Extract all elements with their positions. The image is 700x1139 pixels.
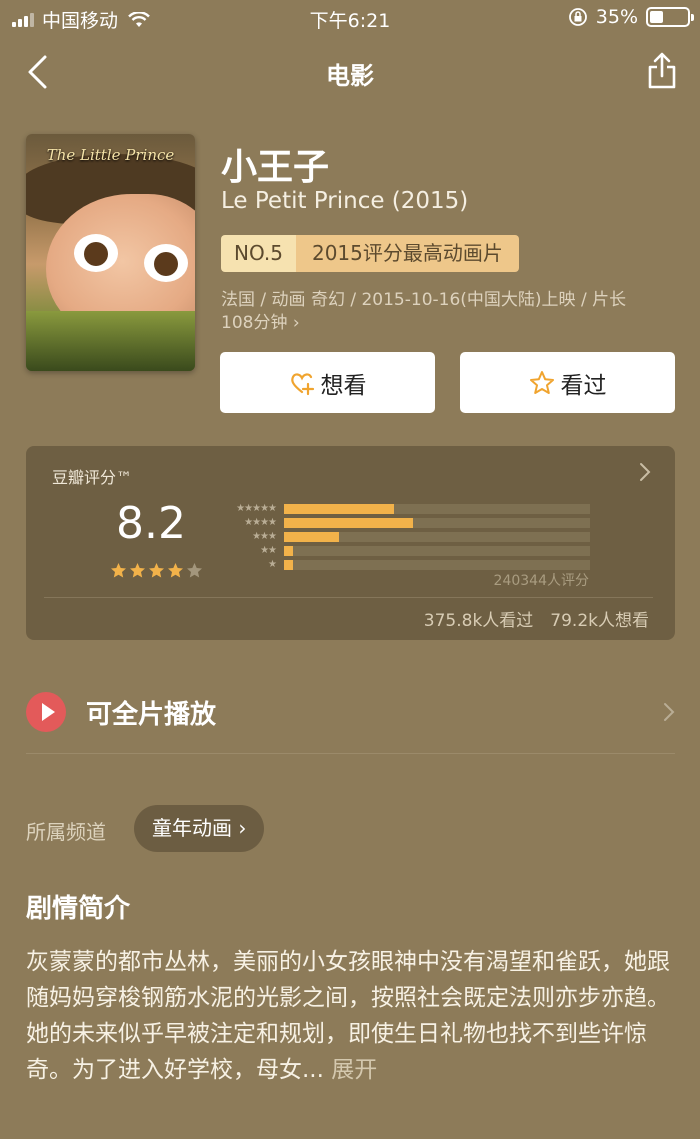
chevron-right-icon	[664, 703, 675, 721]
distribution-row: ★★★★	[216, 516, 590, 530]
distribution-bar	[284, 518, 413, 528]
distribution-track	[284, 518, 590, 528]
channel-label: 所属频道	[26, 820, 106, 844]
rank-number: NO.5	[221, 235, 296, 272]
battery-percent: 35%	[595, 6, 638, 28]
channel-chip[interactable]: 童年动画 ›	[134, 805, 265, 852]
movie-title: 小王子	[221, 147, 330, 188]
status-right: 35%	[568, 6, 694, 28]
distribution-stars: ★	[268, 559, 277, 570]
want-label: 想看	[320, 372, 367, 399]
distribution-row: ★★★★★	[216, 502, 590, 516]
distribution-bar	[284, 546, 294, 556]
page-title: 电影	[326, 62, 374, 90]
rank-description: 2015评分最高动画片	[295, 235, 519, 272]
star-outline-icon	[529, 370, 554, 394]
distribution-bar	[284, 560, 294, 570]
distribution-track	[284, 560, 590, 570]
battery-icon	[646, 7, 694, 27]
distribution-row: ★★	[216, 544, 590, 558]
rating-card[interactable]: 豆瓣评分™ 8.2 ★★★★★ ★★★★ ★★★ ★★ ★ 240344人评分 375.…	[26, 446, 675, 640]
heart-plus-icon	[290, 372, 314, 395]
watch-stats: 375.8k人看过 79.2k人想看	[423, 611, 649, 631]
movie-poster[interactable]: The Little Prince	[26, 134, 195, 371]
poster-eye	[74, 234, 118, 272]
divider	[26, 753, 675, 754]
movie-meta[interactable]: 法国 / 动画 奇幻 / 2015-10-16(中国大陆)上映 / 片长 108…	[221, 289, 671, 335]
poster-grass	[26, 311, 195, 371]
rating-label: 豆瓣评分™	[52, 468, 133, 487]
nav-bar: 电影	[0, 44, 700, 100]
play-icon	[26, 692, 66, 732]
distribution-track	[284, 546, 590, 556]
meta-line: 108分钟 ›	[221, 313, 300, 333]
seen-label: 看过	[560, 372, 607, 399]
play-full-row[interactable]: 可全片播放	[26, 686, 675, 752]
star-empty-icon	[187, 563, 202, 578]
meta-line: 法国 / 动画 奇幻 / 2015-10-16(中国大陆)上映 / 片长	[221, 290, 627, 310]
orientation-lock-icon	[568, 8, 587, 26]
star-filled-icon	[130, 563, 145, 578]
poster-title: The Little Prince	[46, 146, 175, 164]
battery-fill	[650, 11, 663, 23]
distribution-stars: ★★★★	[244, 517, 277, 528]
rating-stars	[110, 562, 203, 579]
distribution-track	[284, 504, 590, 514]
distribution-bar	[284, 532, 340, 542]
distribution-stars: ★★★★★	[236, 503, 277, 514]
rating-count: 240344人评分	[493, 573, 589, 589]
distribution-stars: ★★★	[252, 531, 277, 542]
star-filled-icon	[149, 563, 164, 578]
synopsis-text: 灰蒙蒙的都市丛林，美丽的小女孩眼神中没有渴望和雀跃，她跟随妈妈穿梭钢筋水泥的光影…	[26, 944, 678, 1088]
movie-original-title: Le Petit Prince (2015)	[221, 188, 469, 214]
chevron-right-icon	[640, 463, 651, 481]
star-filled-icon	[168, 563, 183, 578]
distribution-stars: ★★	[260, 545, 277, 556]
status-bar: 中国移动 下午6:21 35%	[0, 0, 700, 36]
rank-badge[interactable]: NO.5 2015评分最高动画片	[221, 235, 519, 272]
play-label: 可全片播放	[86, 700, 217, 730]
rating-score: 8.2	[116, 498, 186, 549]
expand-link[interactable]: 展开	[324, 1057, 377, 1083]
distribution-bar	[284, 504, 395, 514]
rating-distribution: ★★★★★ ★★★★ ★★★ ★★ ★	[216, 502, 590, 572]
star-filled-icon	[111, 563, 126, 578]
want-to-watch-button[interactable]: 想看	[220, 352, 435, 413]
poster-eye	[144, 244, 188, 282]
watched-button[interactable]: 看过	[460, 352, 675, 413]
distribution-row: ★★★	[216, 530, 590, 544]
distribution-track	[284, 532, 590, 542]
divider	[44, 597, 653, 598]
synopsis-title: 剧情简介	[26, 894, 131, 924]
share-icon[interactable]	[646, 52, 678, 90]
